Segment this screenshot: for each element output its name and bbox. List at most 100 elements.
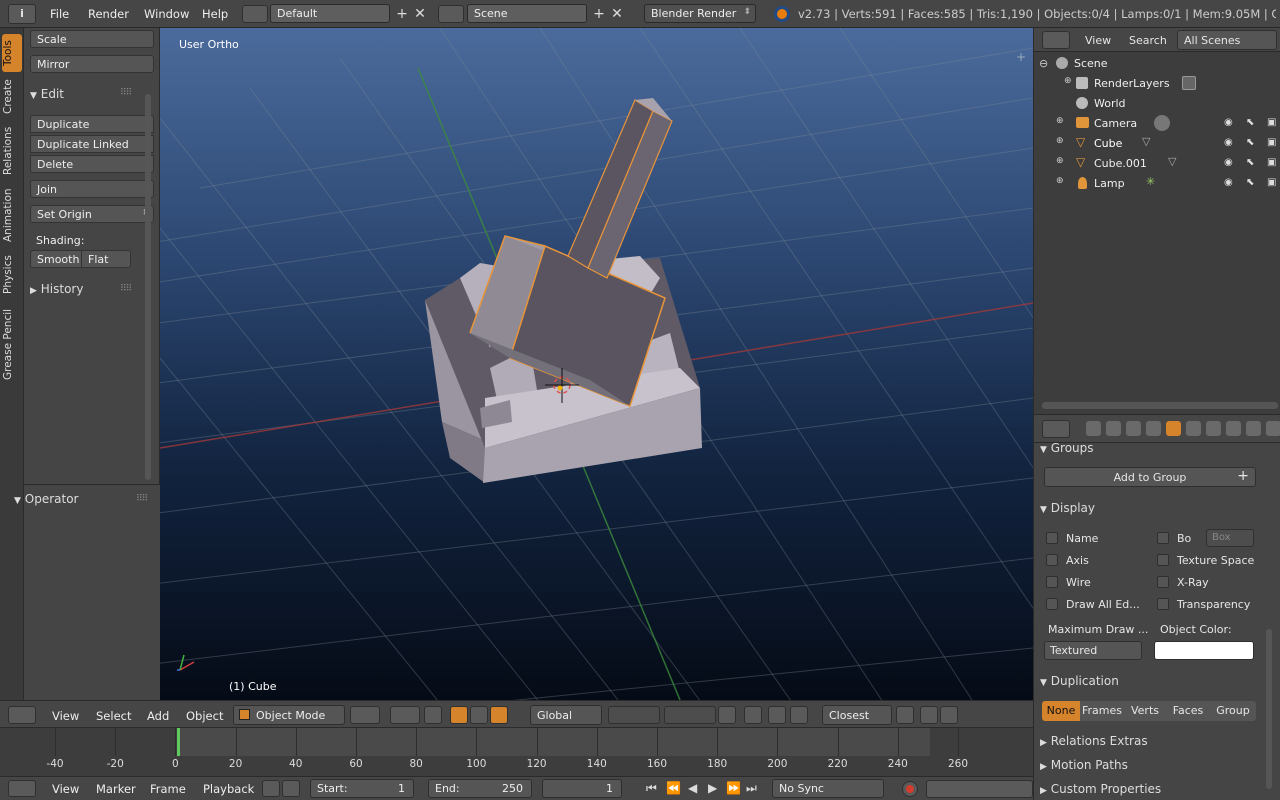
set-origin-dropdown[interactable]: Set Origin ⬍ bbox=[30, 205, 154, 223]
layers-grid-b[interactable] bbox=[664, 706, 716, 724]
outliner-row-cube[interactable]: ⊕ ▽ Cube ▽ bbox=[1034, 134, 1280, 154]
editor-type-icon[interactable] bbox=[1042, 31, 1070, 49]
material-tab-icon[interactable] bbox=[1246, 421, 1261, 436]
flat-button[interactable]: Flat bbox=[81, 250, 131, 268]
scale-button[interactable]: Scale bbox=[30, 30, 154, 48]
dup-tab-none[interactable]: None bbox=[1042, 701, 1080, 721]
timeline-menu-view[interactable]: View bbox=[52, 782, 79, 796]
expand-icon[interactable]: ⊕ bbox=[1056, 116, 1064, 126]
rotate-manipulator-icon[interactable] bbox=[470, 706, 488, 724]
duplicate-linked-button[interactable]: Duplicate Linked bbox=[30, 135, 154, 153]
draw-all-edges-checkbox[interactable] bbox=[1046, 598, 1058, 610]
groups-panel-header[interactable]: ▼ Groups bbox=[1040, 441, 1260, 455]
menu-window[interactable]: Window bbox=[144, 7, 189, 21]
keying-set-field[interactable] bbox=[926, 780, 1033, 798]
menu-file[interactable]: File bbox=[50, 7, 69, 21]
render-preview-icon[interactable] bbox=[920, 706, 938, 724]
collapse-icon[interactable]: ⊖ bbox=[1039, 57, 1048, 70]
scene-tab-icon[interactable] bbox=[1126, 421, 1141, 436]
tab-relations[interactable]: Relations bbox=[2, 124, 22, 178]
name-checkbox[interactable] bbox=[1046, 532, 1058, 544]
duplication-panel-header[interactable]: ▼ Duplication bbox=[1040, 674, 1260, 688]
region-expand-icon[interactable]: + bbox=[1016, 50, 1026, 64]
add-scene-icon[interactable]: + bbox=[590, 5, 608, 23]
smooth-button[interactable]: Smooth bbox=[30, 250, 82, 268]
max-draw-type-dropdown[interactable]: Textured bbox=[1044, 641, 1142, 660]
manipulator-toggle-icon[interactable] bbox=[424, 706, 442, 724]
snap-icon[interactable] bbox=[896, 706, 914, 724]
dup-tab-group[interactable]: Group bbox=[1210, 701, 1256, 721]
operator-panel-header[interactable]: ▼ Operator bbox=[14, 492, 78, 506]
jump-keyframe-back-icon[interactable]: ⏪ bbox=[666, 781, 681, 795]
tab-tools[interactable]: Tools bbox=[2, 34, 22, 72]
bounds-checkbox[interactable] bbox=[1157, 532, 1169, 544]
timeline-area[interactable]: -40 -20 0 20 40 60 80 100 120 140 160 180 200 220 240 2… bbox=[0, 728, 1033, 776]
dup-tab-faces[interactable]: Faces bbox=[1166, 701, 1210, 721]
menu-render[interactable]: Render bbox=[88, 7, 129, 21]
preview-range-icon[interactable] bbox=[262, 780, 280, 797]
texture-space-checkbox[interactable] bbox=[1157, 554, 1169, 566]
scale-manipulator-icon[interactable] bbox=[490, 706, 508, 724]
dup-tab-frames[interactable]: Frames bbox=[1080, 701, 1124, 721]
jump-end-icon[interactable]: ⏭ bbox=[746, 781, 757, 796]
cursor-icon[interactable]: ⬉ bbox=[1246, 157, 1254, 168]
world-tab-icon[interactable] bbox=[1146, 421, 1161, 436]
expand-icon[interactable]: ⊕ bbox=[1064, 76, 1072, 86]
screen-layout-icon[interactable] bbox=[242, 5, 268, 23]
render-engine-dropdown[interactable]: Blender Render ⬍ bbox=[644, 4, 756, 23]
tab-grease-pencil[interactable]: Grease Pencil bbox=[2, 304, 22, 384]
panel-grip-icon[interactable]: ⠿⠿ bbox=[120, 88, 132, 98]
outliner-row-cube-001[interactable]: ⊕ ▽ Cube.001 ▽ bbox=[1034, 154, 1280, 174]
render-toggle-icon[interactable]: ▣ bbox=[1267, 177, 1276, 188]
expand-icon[interactable]: ⊕ bbox=[1056, 156, 1064, 166]
snap-element-icon[interactable] bbox=[790, 706, 808, 724]
scene-field[interactable]: Scene bbox=[467, 4, 587, 23]
close-scene-icon[interactable]: ✕ bbox=[608, 5, 626, 23]
scene-icon[interactable] bbox=[438, 5, 464, 23]
constraints-tab-icon[interactable] bbox=[1186, 421, 1201, 436]
edit-panel-header[interactable]: ▼ Edit bbox=[30, 87, 64, 101]
close-screen-icon[interactable]: ✕ bbox=[411, 5, 429, 23]
viewport-shading-icon[interactable] bbox=[350, 706, 380, 724]
tab-create[interactable]: Create bbox=[2, 76, 22, 118]
mode-dropdown[interactable]: Object Mode bbox=[233, 705, 345, 725]
toolshelf-scrollbar[interactable] bbox=[145, 94, 151, 480]
xray-checkbox[interactable] bbox=[1157, 576, 1169, 588]
dup-tab-verts[interactable]: Verts bbox=[1124, 701, 1166, 721]
render-icon[interactable] bbox=[744, 706, 762, 724]
outliner-row-lamp[interactable]: ⊕ Lamp ✳ bbox=[1034, 174, 1280, 194]
editor-type-icon[interactable] bbox=[8, 780, 36, 797]
cursor-icon[interactable]: ⬉ bbox=[1246, 177, 1254, 188]
current-frame-marker[interactable] bbox=[177, 728, 180, 756]
orientation-dropdown[interactable]: Global bbox=[530, 705, 602, 725]
snap-target-dropdown[interactable]: Closest bbox=[822, 705, 892, 725]
pivot-point-icon[interactable] bbox=[390, 706, 420, 724]
wire-checkbox[interactable] bbox=[1046, 576, 1058, 588]
eye-icon[interactable]: ◉ bbox=[1224, 137, 1233, 148]
modifiers-tab-icon[interactable] bbox=[1206, 421, 1221, 436]
menu-add[interactable]: Add bbox=[147, 709, 169, 723]
lock-icon[interactable] bbox=[282, 780, 300, 797]
mirror-button[interactable]: Mirror bbox=[30, 55, 154, 73]
tab-animation[interactable]: Animation bbox=[2, 186, 22, 244]
add-screen-icon[interactable]: + bbox=[393, 5, 411, 23]
layer-lock-icon[interactable] bbox=[718, 706, 736, 724]
auto-keyframe-icon[interactable] bbox=[902, 781, 918, 797]
current-frame-field[interactable]: 1 bbox=[542, 779, 622, 798]
render-animation-icon[interactable] bbox=[940, 706, 958, 724]
jump-keyframe-forward-icon[interactable]: ⏩ bbox=[726, 781, 741, 795]
render-toggle-icon[interactable]: ▣ bbox=[1267, 137, 1276, 148]
add-to-group-button[interactable]: Add to Group + bbox=[1044, 467, 1256, 487]
history-panel-header[interactable]: ▶ History bbox=[30, 282, 83, 296]
motion-paths-panel-header[interactable]: ▶ Motion Paths bbox=[1040, 758, 1260, 772]
timeline-menu-marker[interactable]: Marker bbox=[96, 782, 136, 796]
outliner-menu-search[interactable]: Search bbox=[1129, 34, 1167, 47]
data-tab-icon[interactable] bbox=[1226, 421, 1241, 436]
render-toggle-icon[interactable]: ▣ bbox=[1267, 157, 1276, 168]
end-frame-field[interactable]: End: 250 bbox=[428, 779, 532, 798]
timeline-menu-playback[interactable]: Playback bbox=[203, 782, 254, 796]
jump-start-icon[interactable]: ⏮ bbox=[646, 781, 657, 796]
join-button[interactable]: Join bbox=[30, 180, 154, 198]
cursor-icon[interactable]: ⬉ bbox=[1246, 137, 1254, 148]
sync-dropdown[interactable]: No Sync bbox=[772, 779, 884, 798]
